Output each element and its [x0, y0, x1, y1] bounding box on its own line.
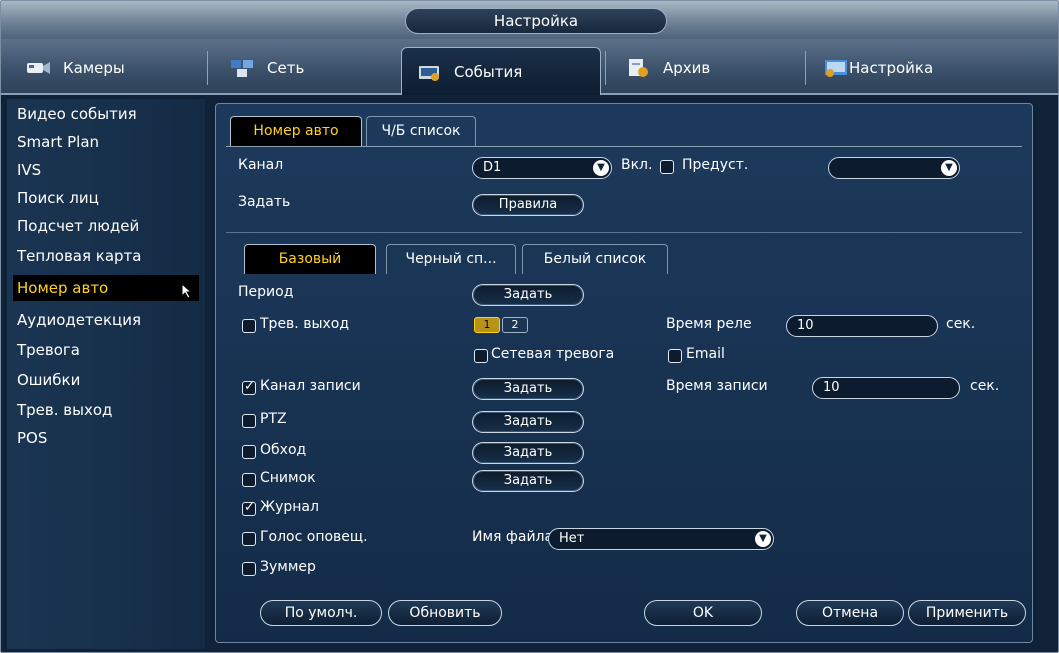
period-set-button[interactable]: Задать	[472, 284, 584, 306]
title-bar: Настройка	[1, 1, 1058, 39]
channel-value: D1	[483, 160, 502, 175]
enable-checkbox[interactable]	[660, 160, 674, 174]
sidebar-item-smart-plan[interactable]: Smart Plan	[15, 129, 199, 155]
snapshot-set-button[interactable]: Задать	[472, 470, 584, 492]
sidebar-item-face-search[interactable]: Поиск лиц	[15, 185, 199, 211]
tour-checkbox[interactable]	[242, 445, 256, 459]
tour-set-button[interactable]: Задать	[472, 442, 584, 464]
channel-select[interactable]: D1 ▼	[472, 157, 612, 179]
network-alarm-label: Сетевая тревога	[491, 346, 615, 362]
buzzer-label: Зуммер	[260, 559, 316, 575]
tab-whitelist[interactable]: Белый список	[522, 244, 668, 274]
log-checkbox[interactable]	[242, 500, 256, 516]
relay-time-unit: сек.	[946, 316, 976, 332]
tab-events[interactable]: События	[401, 47, 601, 95]
alarm-out-2[interactable]: 2	[502, 317, 528, 333]
tab-cameras[interactable]: Камеры	[11, 47, 201, 89]
preset-label: Предуст.	[682, 157, 749, 173]
channel-label: Канал	[238, 157, 284, 173]
tab-bw-list[interactable]: Ч/Б список	[366, 116, 476, 146]
period-label: Период	[238, 284, 294, 300]
sidebar: Видео события Smart Plan IVS Поиск лиц П…	[7, 99, 205, 649]
tab-label: Камеры	[63, 59, 125, 77]
alarm-out-label: Трев. выход	[260, 316, 350, 332]
tab-setup[interactable]: Настройка	[809, 47, 1009, 89]
file-name-label: Имя файла	[472, 529, 554, 545]
ptz-label: PTZ	[260, 411, 287, 427]
tab-label: Настройка	[849, 59, 934, 77]
tab-divider	[805, 51, 806, 85]
refresh-button[interactable]: Обновить	[388, 600, 502, 626]
settings-window: Настройка Камеры Сеть События Архив Наст…	[0, 0, 1059, 653]
relay-time-label: Время реле	[666, 316, 752, 332]
tab-archive[interactable]: Архив	[611, 47, 801, 89]
tab-underline	[226, 146, 1022, 147]
tab-divider	[207, 51, 208, 85]
sidebar-item-audio[interactable]: Аудиодетекция	[15, 307, 199, 333]
sidebar-item-plate[interactable]: Номер авто	[13, 275, 199, 301]
content-panel: Номер авто Ч/Б список Канал D1 ▼ Вкл. Пр…	[215, 103, 1033, 643]
tab-network[interactable]: Сеть	[215, 47, 393, 89]
section-divider	[226, 232, 1022, 233]
tab-label: Архив	[663, 59, 711, 77]
file-name-value: Нет	[559, 531, 585, 546]
rules-label: Задать	[238, 194, 291, 210]
rules-button[interactable]: Правила	[472, 194, 584, 216]
main-tab-bar: Камеры Сеть События Архив Настройка	[1, 39, 1058, 95]
email-checkbox[interactable]	[668, 349, 682, 363]
sidebar-item-pos[interactable]: POS	[15, 425, 199, 451]
tab-label: Сеть	[267, 59, 305, 77]
apply-button[interactable]: Применить	[908, 600, 1026, 626]
email-label: Email	[686, 346, 725, 362]
buzzer-checkbox[interactable]	[242, 562, 256, 576]
ptz-set-button[interactable]: Задать	[472, 411, 584, 433]
snapshot-checkbox[interactable]	[242, 473, 256, 487]
archive-icon	[625, 58, 651, 78]
log-label: Журнал	[260, 499, 319, 515]
chevron-down-icon: ▼	[941, 160, 957, 176]
record-time-label: Время записи	[666, 378, 768, 394]
sidebar-item-label: Номер авто	[17, 279, 109, 297]
record-channel-checkbox[interactable]	[242, 379, 256, 395]
mouse-cursor-icon	[181, 281, 193, 307]
tab-basic[interactable]: Базовый	[244, 244, 376, 274]
ptz-checkbox[interactable]	[242, 414, 256, 428]
cancel-button[interactable]: Отмена	[796, 600, 904, 626]
sidebar-item-alarm[interactable]: Тревога	[15, 337, 199, 363]
settings-icon	[823, 58, 849, 78]
file-name-select[interactable]: Нет ▼	[548, 528, 774, 550]
sidebar-item-heat-map[interactable]: Тепловая карта	[15, 243, 199, 269]
sidebar-item-ivs[interactable]: IVS	[15, 157, 199, 183]
tab-plate[interactable]: Номер авто	[230, 116, 362, 146]
window-title: Настройка	[405, 8, 667, 34]
record-time-unit: сек.	[970, 378, 1000, 394]
sidebar-item-errors[interactable]: Ошибки	[15, 367, 199, 393]
default-button[interactable]: По умолч.	[260, 600, 382, 626]
sidebar-item-people-count[interactable]: Подсчет людей	[15, 213, 199, 239]
tab-divider	[605, 51, 606, 85]
network-icon	[229, 58, 255, 78]
tab-label: События	[454, 62, 523, 81]
record-channel-label: Канал записи	[260, 378, 361, 394]
enable-label: Вкл.	[621, 157, 653, 173]
alarm-out-1[interactable]: 1	[474, 317, 500, 333]
tab-blacklist[interactable]: Черный сп...	[386, 244, 516, 274]
alarm-out-checkbox[interactable]	[242, 319, 256, 333]
record-channel-set-button[interactable]: Задать	[472, 378, 584, 400]
chevron-down-icon: ▼	[593, 160, 609, 176]
chevron-down-icon: ▼	[755, 531, 771, 547]
voice-checkbox[interactable]	[242, 532, 256, 546]
relay-time-input[interactable]: 10	[786, 315, 938, 337]
network-alarm-checkbox[interactable]	[474, 349, 488, 363]
sidebar-item-video-events[interactable]: Видео события	[15, 101, 199, 127]
ok-button[interactable]: OK	[644, 600, 762, 626]
snapshot-label: Снимок	[260, 470, 316, 486]
tour-label: Обход	[260, 442, 307, 458]
camera-icon	[25, 58, 51, 78]
record-time-input[interactable]: 10	[812, 377, 960, 399]
voice-label: Голос оповещ.	[260, 529, 368, 545]
preset-select[interactable]: ▼	[828, 157, 960, 179]
sidebar-item-alarm-out[interactable]: Трев. выход	[15, 397, 199, 423]
events-icon	[416, 62, 442, 82]
